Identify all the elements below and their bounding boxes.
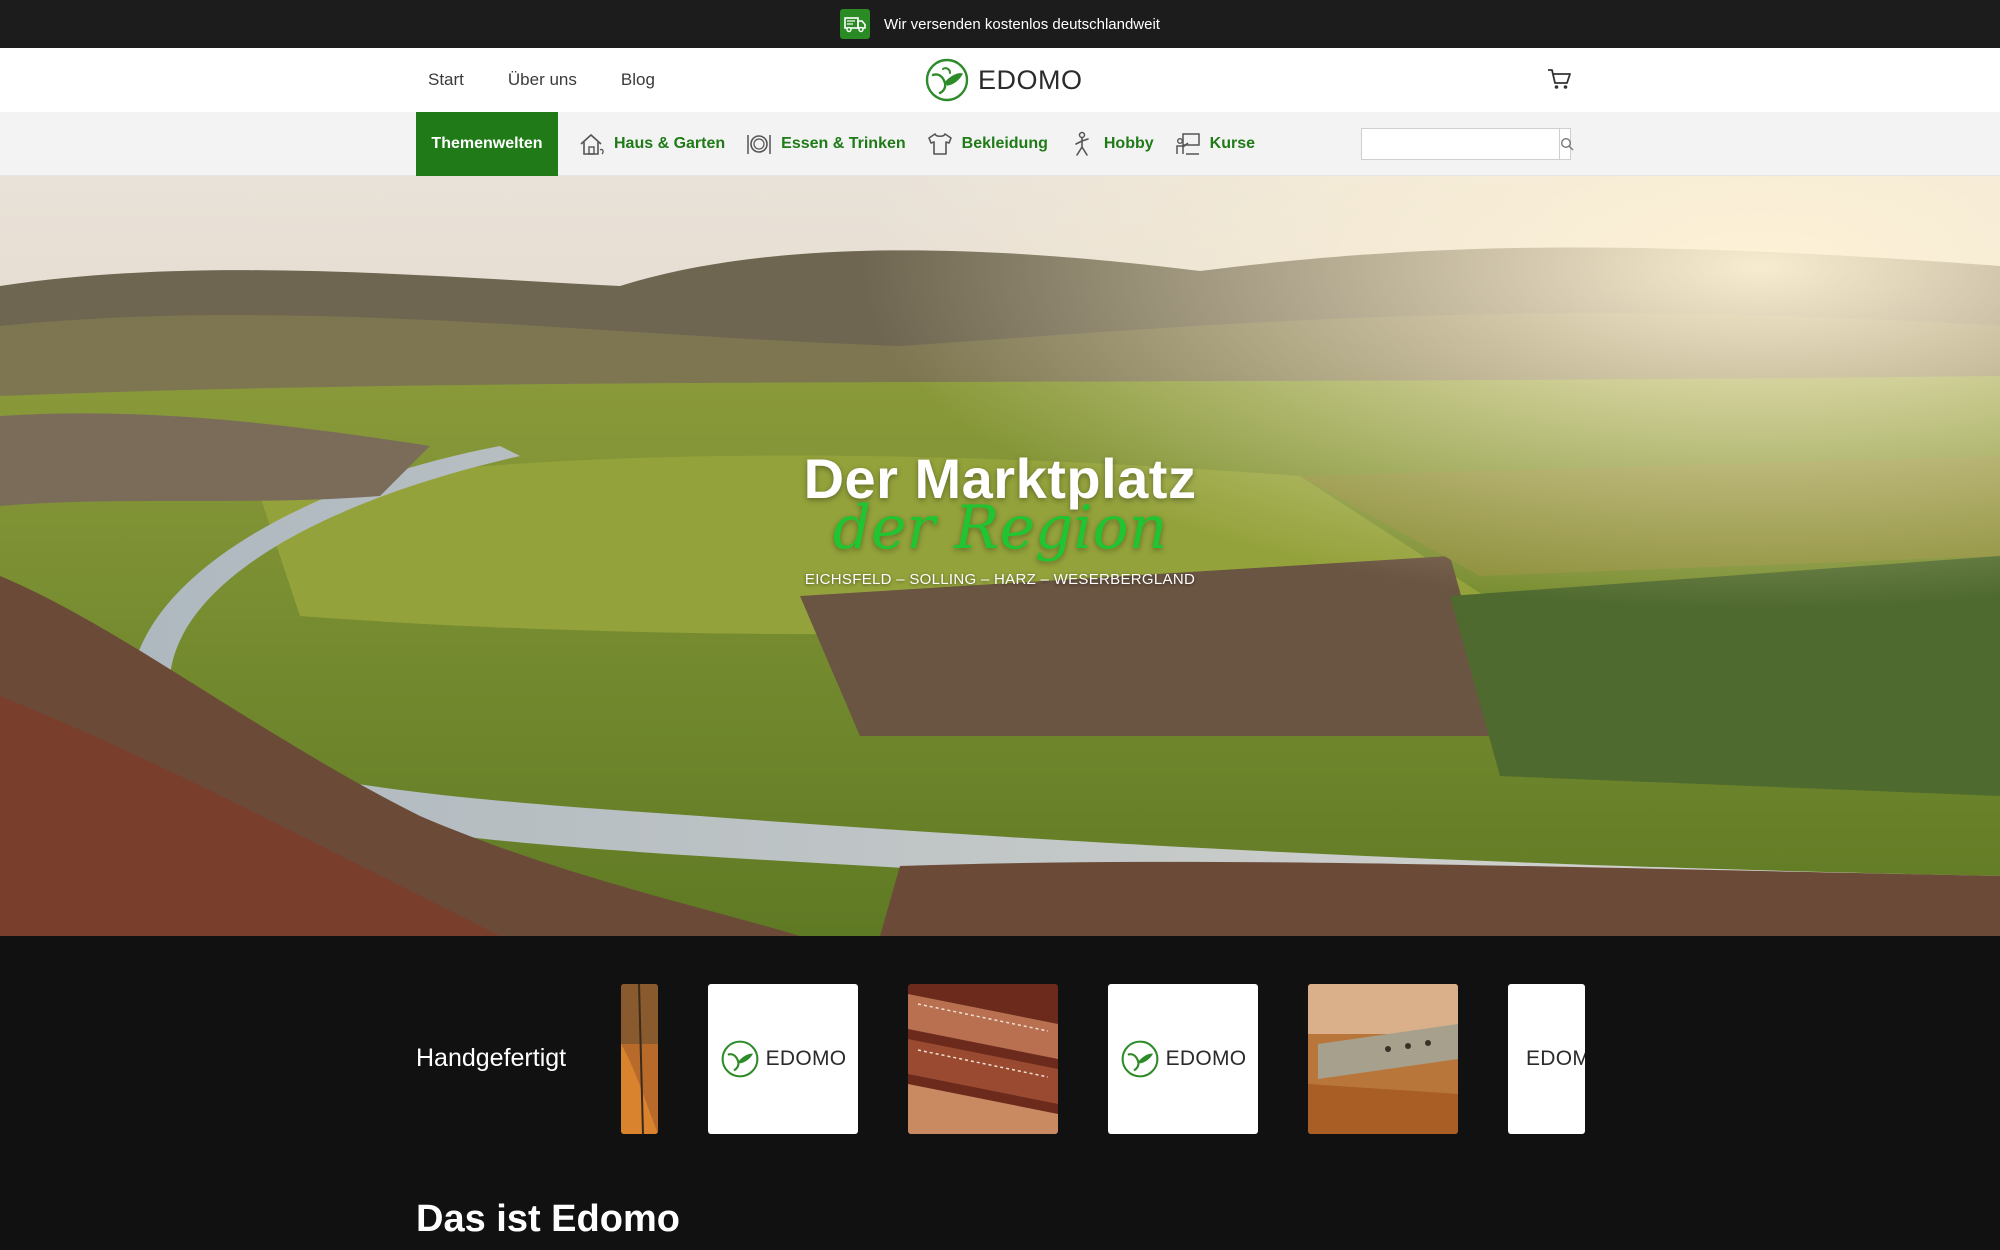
slide-logo-text: EDOMO <box>765 1047 847 1070</box>
product-carousel[interactable]: EDOMO EDOMO EDOM <box>621 984 1585 1134</box>
nav-start-link[interactable]: Start <box>428 70 464 90</box>
carousel-slide-logo[interactable]: EDOMO <box>1508 984 1585 1134</box>
truck-icon <box>840 9 870 39</box>
category-kurse[interactable]: Kurse <box>1174 130 1255 158</box>
nav-blog-link[interactable]: Blog <box>621 70 655 90</box>
leather-edge-image <box>621 984 658 1134</box>
plate-icon <box>747 135 771 154</box>
carousel-slide-photo[interactable] <box>621 984 658 1134</box>
classroom-icon <box>1175 133 1200 155</box>
logo-mark-icon <box>721 1040 759 1078</box>
carousel-slide-logo[interactable]: EDOMO <box>708 984 858 1134</box>
category-bar: Themenwelten Haus & Garten Essen & Trink… <box>0 112 2000 176</box>
hobby-icon <box>1075 131 1089 156</box>
category-hobby[interactable]: Hobby <box>1068 130 1154 158</box>
carousel-slide-logo[interactable]: EDOMO <box>1108 984 1258 1134</box>
main-header: Start Über uns Blog EDOMO <box>0 48 2000 112</box>
search-icon[interactable] <box>1559 129 1574 159</box>
slide-logo-text: EDOMO <box>1165 1047 1247 1070</box>
hero-banner: Der Marktplatz der Region EICHSFELD – SO… <box>0 176 2000 936</box>
top-nav: Start Über uns Blog <box>428 48 655 112</box>
hero-subtitle: EICHSFELD – SOLLING – HARZ – WESERBERGLA… <box>804 571 1196 588</box>
cart-icon[interactable] <box>1546 66 1572 92</box>
page: Wir versenden kostenlos deutschlandweit … <box>0 0 2000 1250</box>
search-input[interactable] <box>1362 129 1559 159</box>
category-haus-garten[interactable]: Haus & Garten <box>578 130 725 158</box>
house-icon <box>580 133 604 155</box>
site-logo[interactable]: EDOMO <box>924 56 1083 104</box>
category-label: Kurse <box>1209 135 1256 152</box>
logo-mark-icon <box>925 58 969 102</box>
leather-straps-image <box>908 984 1058 1134</box>
promo-bar: Wir versenden kostenlos deutschlandweit <box>0 0 2000 48</box>
feature-section: Handgefertigt EDOMO EDOMO EDOM Das ist E… <box>0 936 2000 1250</box>
promo-text: Wir versenden kostenlos deutschlandweit <box>884 15 1160 33</box>
hero-script-title: der Region <box>832 493 1168 563</box>
category-label: Hobby <box>1103 135 1154 152</box>
category-bekleidung[interactable]: Bekleidung <box>926 130 1048 158</box>
logo-mark-icon <box>1121 1040 1159 1078</box>
search-box <box>1361 128 1574 160</box>
logo-text: EDOMO <box>978 64 1083 95</box>
section-title: Das ist Edomo <box>416 1198 680 1240</box>
category-list: Haus & Garten Essen & Trinken Bekleidung <box>578 112 1255 176</box>
slide-logo-text: EDOMO <box>1526 1047 1585 1070</box>
feature-label: Handgefertigt <box>416 1044 567 1072</box>
shirt-icon <box>927 133 952 155</box>
themenwelten-button[interactable]: Themenwelten <box>416 112 558 176</box>
carousel-slide-photo[interactable] <box>1308 984 1458 1134</box>
carousel-slide-photo[interactable] <box>908 984 1058 1134</box>
category-label: Bekleidung <box>961 135 1048 152</box>
nav-about-link[interactable]: Über uns <box>508 70 577 90</box>
watch-strap-image <box>1308 984 1458 1134</box>
category-label: Haus & Garten <box>614 135 726 152</box>
hero-headline: Der Marktplatz der Region EICHSFELD – SO… <box>0 446 2000 588</box>
category-essen-trinken[interactable]: Essen & Trinken <box>745 130 906 158</box>
category-label: Essen & Trinken <box>781 135 906 152</box>
